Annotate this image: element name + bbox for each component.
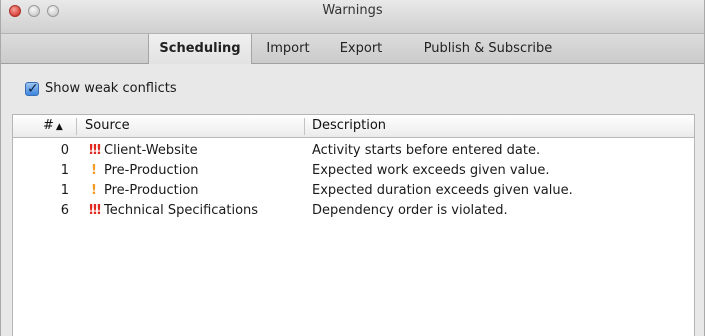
show-weak-conflicts-checkbox[interactable]: ✓ bbox=[25, 81, 39, 97]
severe-warning-icon: !!! bbox=[88, 203, 102, 218]
warnings-table[interactable]: # ▲ Source Description 0 !!! Client-Websi… bbox=[12, 114, 695, 336]
column-divider[interactable] bbox=[304, 118, 305, 135]
row-description: Expected duration exceeds given value. bbox=[312, 183, 573, 198]
window-title: Warnings bbox=[322, 3, 383, 18]
severe-warning-icon: !!! bbox=[88, 143, 102, 158]
tab-publish-subscribe[interactable]: Publish & Subscribe bbox=[409, 34, 567, 64]
column-header-source[interactable]: Source bbox=[85, 115, 285, 137]
column-header-description[interactable]: Description bbox=[312, 115, 612, 137]
tab-scheduling[interactable]: Scheduling bbox=[148, 34, 252, 64]
tab-import[interactable]: Import bbox=[259, 34, 317, 64]
row-number: 0 bbox=[60, 143, 69, 158]
row-description: Activity starts before entered date. bbox=[312, 143, 541, 158]
row-source: Pre-Production bbox=[104, 183, 199, 198]
table-row[interactable]: 0 !!! Client-Website Activity starts bef… bbox=[13, 141, 694, 161]
table-header: # ▲ Source Description bbox=[13, 115, 694, 138]
row-description: Dependency order is violated. bbox=[312, 203, 508, 218]
row-source: Client-Website bbox=[104, 143, 198, 158]
column-header-number[interactable]: # ▲ bbox=[43, 115, 73, 137]
table-row[interactable]: 1 ! Pre-Production Expected work exceeds… bbox=[13, 161, 694, 181]
row-source: Pre-Production bbox=[104, 163, 199, 178]
row-number: 6 bbox=[60, 203, 69, 218]
row-source: Technical Specifications bbox=[104, 203, 259, 218]
row-description: Expected work exceeds given value. bbox=[312, 163, 550, 178]
title-bar[interactable]: Warnings bbox=[1, 0, 704, 33]
warnings-window: Warnings Scheduling Import Export Publis… bbox=[0, 0, 705, 336]
warning-icon: ! bbox=[91, 163, 97, 178]
column-header-number-label: # bbox=[43, 118, 54, 133]
table-row[interactable]: 1 ! Pre-Production Expected duration exc… bbox=[13, 181, 694, 201]
checkmark-icon: ✓ bbox=[27, 81, 39, 97]
warning-icon: ! bbox=[91, 183, 97, 198]
row-number: 1 bbox=[60, 163, 69, 178]
show-weak-conflicts-label[interactable]: Show weak conflicts bbox=[45, 80, 177, 98]
sort-ascending-icon: ▲ bbox=[55, 122, 63, 132]
row-number: 1 bbox=[60, 183, 69, 198]
table-row[interactable]: 6 !!! Technical Specifications Dependenc… bbox=[13, 201, 694, 221]
tab-bar: Scheduling Import Export Publish & Subsc… bbox=[1, 33, 704, 64]
column-divider[interactable] bbox=[76, 118, 77, 135]
tab-export[interactable]: Export bbox=[327, 34, 395, 64]
